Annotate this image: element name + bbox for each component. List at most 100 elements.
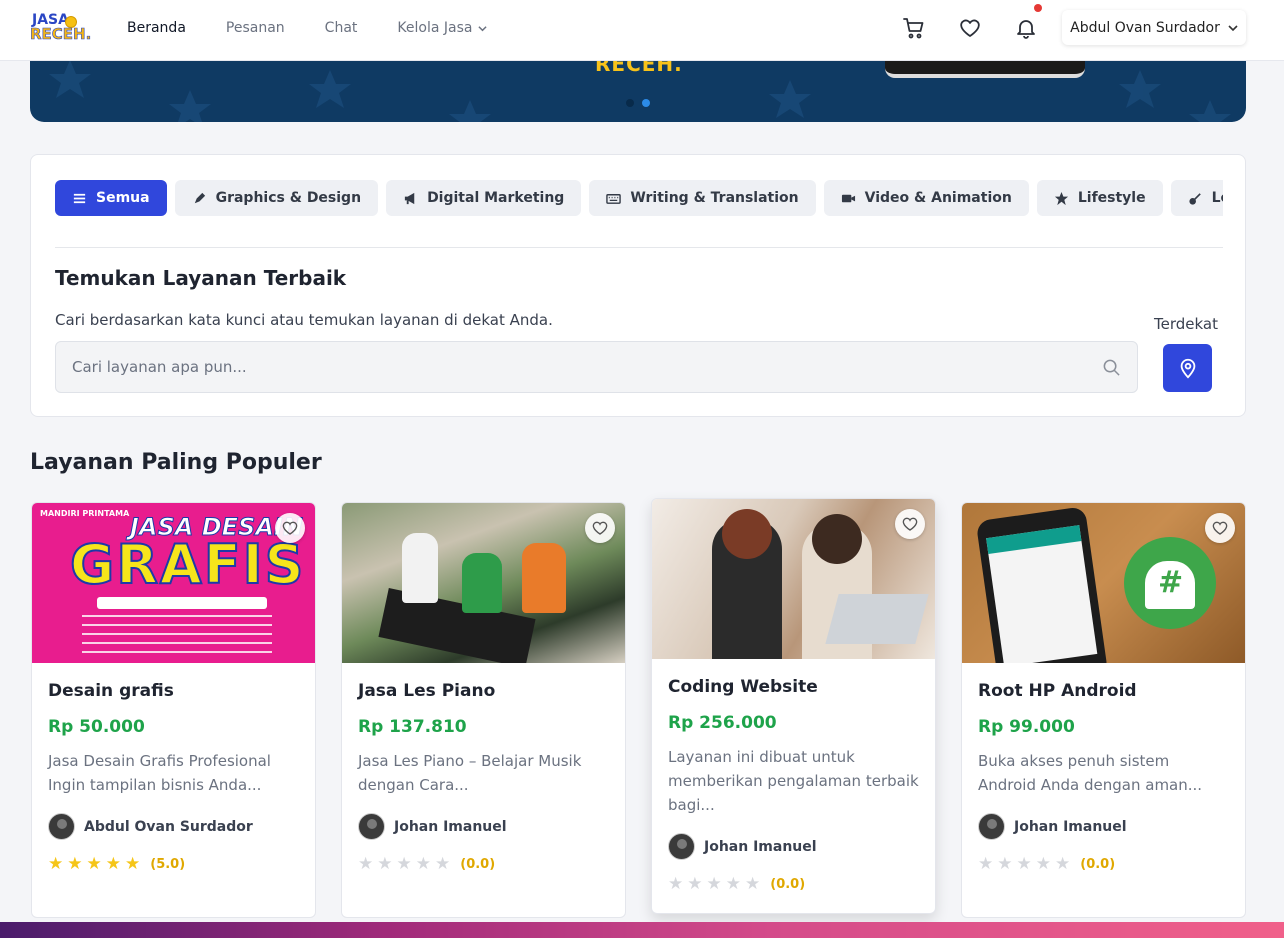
star-icon: ★ [415, 854, 431, 874]
video-icon [841, 194, 855, 202]
phone-image [975, 506, 1109, 663]
image-figure [462, 553, 502, 613]
rating-value: (0.0) [1080, 857, 1116, 872]
logo[interactable]: JASA RECEH. [30, 12, 92, 44]
star-icon: ★ [48, 854, 64, 874]
nav-link-kelola-jasa[interactable]: Kelola Jasa [397, 20, 488, 36]
search-input[interactable] [56, 342, 1137, 392]
avatar [48, 813, 75, 840]
chevron-down-icon [1228, 24, 1238, 31]
megaphone-icon [404, 192, 415, 204]
avatar [978, 813, 1005, 840]
category-label: Graphics & Design [215, 190, 362, 206]
category-video-animation[interactable]: Video & Animation [823, 180, 1029, 216]
nav-icons [902, 4, 1042, 40]
service-price: Rp 137.810 [358, 717, 467, 737]
seller-name: Abdul Ovan Surdador [84, 818, 253, 835]
search-icon[interactable] [1102, 358, 1121, 377]
rating-value: (0.0) [770, 877, 806, 892]
star-icon: ★ [745, 874, 761, 894]
search-title: Temukan Layanan Terbaik [55, 266, 347, 290]
star-icon: ★ [1035, 854, 1051, 874]
service-card[interactable]: Coding Website Rp 256.000 Layanan ini di… [651, 498, 936, 914]
service-description: Layanan ini dibuat untuk memberikan peng… [668, 748, 919, 814]
service-card[interactable]: MANDIRI PRINTAMA JASA DESAIN GRAFIS Desa… [31, 502, 316, 918]
seller-name: Johan Imanuel [704, 838, 817, 855]
rating-value: (0.0) [460, 857, 496, 872]
service-card[interactable]: Jasa Les Piano Rp 137.810 Jasa Les Piano… [341, 502, 626, 918]
star-icon: ★ [396, 854, 412, 874]
nav-link-pesanan[interactable]: Pesanan [226, 20, 285, 36]
favorite-button[interactable] [1205, 513, 1235, 543]
category-label: Digital Marketing [427, 190, 565, 206]
image-figure [402, 533, 438, 603]
star-icon: ★ [668, 874, 684, 894]
thumbnail-ribbon [97, 597, 267, 609]
category-writing-translation[interactable]: Writing & Translation [589, 180, 816, 216]
star-icon: ★ [1055, 854, 1071, 874]
nearby-label: Terdekat [1154, 315, 1218, 333]
user-menu-button[interactable]: Abdul Ovan Surdador [1062, 10, 1246, 45]
category-graphics-design[interactable]: Graphics & Design [174, 180, 379, 216]
service-description: Buka akses penuh sistem Android Anda den… [978, 752, 1203, 794]
star-icon: ★ [725, 874, 741, 894]
guitar-icon [1189, 192, 1201, 205]
location-pin-icon [1180, 358, 1195, 379]
star-icon: ★ [377, 854, 393, 874]
heart-icon [902, 517, 918, 531]
star-icon: ★ [358, 854, 374, 874]
service-title: Coding Website [668, 677, 818, 697]
carousel-dots [626, 99, 650, 107]
service-title: Jasa Les Piano [358, 681, 496, 701]
nav-link-chat[interactable]: Chat [325, 20, 358, 36]
rating: ★ ★ ★ ★ ★ (0.0) [978, 856, 1229, 873]
rating-value: (5.0) [150, 857, 186, 872]
star-icon: ★ [67, 854, 83, 874]
service-description: Jasa Les Piano – Belajar Musik dengan Ca… [358, 752, 582, 794]
star-icon: ★ [997, 854, 1013, 874]
navbar: JASA RECEH. Beranda Pesanan Chat Kelola … [0, 0, 1284, 61]
service-description: Jasa Desain Grafis Profesional Ingin tam… [48, 752, 271, 794]
category-lifestyle[interactable]: Lifestyle [1036, 180, 1163, 216]
service-card[interactable]: # Root HP Android Rp 99.000 Buka akses p… [961, 502, 1246, 918]
category-label: Les Musik [1211, 190, 1223, 206]
hash-icon: # [1158, 565, 1184, 600]
carousel-dot-2[interactable] [642, 99, 650, 107]
favorite-button[interactable] [275, 513, 305, 543]
avatar [668, 833, 695, 860]
user-name: Abdul Ovan Surdador [1070, 19, 1220, 36]
search-panel: Semua Graphics & Design Digital Marketin… [30, 154, 1246, 417]
keyboard-icon [606, 193, 622, 204]
bell-icon[interactable] [1014, 4, 1042, 40]
favorite-button[interactable] [895, 509, 925, 539]
nav-link-beranda[interactable]: Beranda [127, 20, 186, 36]
star-icon: ★ [978, 854, 994, 874]
phone-screen [986, 525, 1098, 663]
rating: ★ ★ ★ ★ ★ (0.0) [668, 876, 919, 893]
search-subtitle: Cari berdasarkan kata kunci atau temukan… [55, 311, 553, 329]
star-icon: ★ [1016, 854, 1032, 874]
service-thumbnail [652, 499, 935, 659]
category-semua[interactable]: Semua [55, 180, 167, 216]
divider [55, 247, 1223, 248]
nearby-location-button[interactable] [1163, 344, 1212, 392]
carousel-dot-1[interactable] [626, 99, 634, 107]
thumbnail-list [82, 615, 272, 655]
search-box [55, 341, 1138, 393]
category-label: Video & Animation [864, 190, 1012, 206]
category-digital-marketing[interactable]: Digital Marketing [386, 180, 582, 216]
cart-icon[interactable] [902, 16, 926, 40]
seller: Johan Imanuel [978, 813, 1229, 840]
laptop-image [825, 594, 929, 644]
category-les-musik[interactable]: Les Musik [1170, 180, 1223, 216]
nav-link-kelola-jasa-label: Kelola Jasa [397, 20, 473, 36]
favorite-button[interactable] [585, 513, 615, 543]
service-title: Desain grafis [48, 681, 174, 701]
footer-banner-edge [0, 922, 1284, 938]
star-icon [1054, 191, 1068, 205]
service-price: Rp 256.000 [668, 713, 777, 733]
star-icon: ★ [125, 854, 141, 874]
heart-icon[interactable] [958, 16, 982, 40]
rating: ★ ★ ★ ★ ★ (0.0) [358, 856, 609, 873]
logo-text-bottom: RECEH. [30, 25, 92, 44]
